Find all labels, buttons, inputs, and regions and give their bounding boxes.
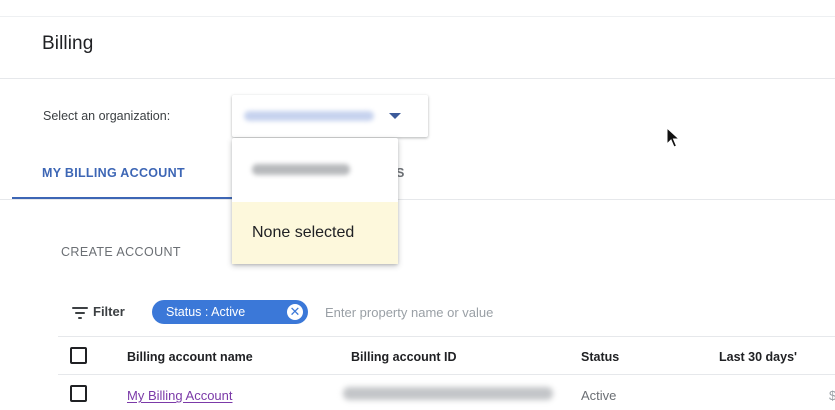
billing-account-last-30-days: $ [829,388,835,403]
billing-account-status: Active [581,388,617,403]
billing-account-id [343,387,553,400]
organization-dropdown-menu: None selected [232,138,398,264]
table-row-divider [58,374,835,375]
create-account-button[interactable]: CREATE ACCOUNT [61,245,181,259]
tab-my-billing-accounts[interactable]: MY BILLING ACCOUNT [42,166,185,180]
menu-item-none-selected[interactable]: None selected [232,202,398,264]
tab-divider [0,199,835,200]
select-all-checkbox[interactable] [70,347,87,364]
organization-select[interactable] [232,95,428,137]
mouse-pointer-icon [666,127,680,148]
organization-select-value [244,111,374,121]
menu-item-none-selected-label: None selected [252,224,355,241]
column-header-last-30-days[interactable]: Last 30 days' [719,350,797,364]
filter-icon[interactable] [72,307,88,319]
organization-label: Select an organization: [43,109,171,123]
billing-account-name-link[interactable]: My Billing Account [127,388,233,403]
column-header-status[interactable]: Status [581,350,619,364]
table-header-divider [58,336,835,337]
page-title: Billing [42,33,94,54]
billing-page: Billing Select an organization: MY BILLI… [0,0,835,410]
filter-input[interactable] [325,302,625,322]
chevron-down-icon[interactable] [389,113,401,119]
row-checkbox[interactable] [70,385,87,402]
top-bar [0,0,835,17]
filter-label[interactable]: Filter [93,304,125,319]
status-filter-chip-label: Status : Active [166,305,246,319]
close-circle-icon[interactable]: ✕ [287,304,303,320]
column-header-name[interactable]: Billing account name [127,350,253,364]
organization-menu-item[interactable] [232,138,398,202]
title-divider [0,78,835,79]
column-header-id[interactable]: Billing account ID [351,350,457,364]
organization-menu-item-label [252,164,350,175]
status-filter-chip[interactable]: Status : Active ✕ [152,300,308,324]
